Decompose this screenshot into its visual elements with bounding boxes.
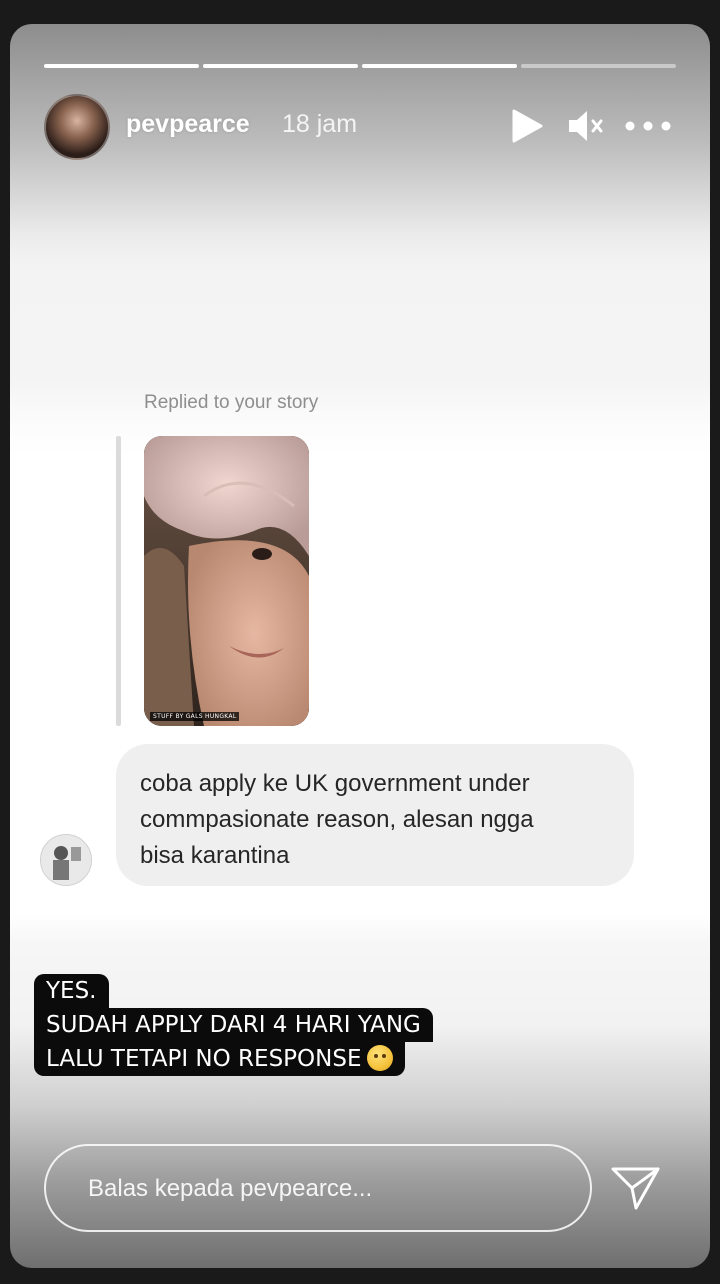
caption-line: SUDAH APPLY DARI 4 HARI YANG <box>34 1008 433 1042</box>
caption-line: YES. <box>34 974 109 1008</box>
caption-line: LALU TETAPI NO RESPONSE <box>34 1042 406 1076</box>
progress-segment <box>203 64 358 68</box>
replied-to-story-label: Replied to your story <box>144 392 319 413</box>
sad-smile-emoji-icon <box>367 1045 394 1071</box>
more-options-button[interactable] <box>624 118 672 132</box>
thumbnail-credit: STUFF BY GALS HUNGKAL <box>150 712 240 721</box>
play-button[interactable] <box>510 108 544 144</box>
reply-bar[interactable] <box>44 1144 592 1232</box>
send-paper-plane-icon <box>611 1167 660 1210</box>
progress-segment <box>521 64 676 68</box>
progress-segment <box>362 64 517 68</box>
reply-input[interactable] <box>86 1170 560 1208</box>
replied-story-thumbnail[interactable]: STUFF BY GALS HUNGKAL <box>144 436 309 726</box>
dm-message-line: commpasionate reason, alesan ngga <box>140 806 534 833</box>
sender-avatar-photo <box>41 835 91 885</box>
send-button[interactable] <box>610 1164 662 1212</box>
more-options-icon <box>625 121 671 131</box>
story-timestamp: 18 jam <box>282 110 358 138</box>
dm-message-bubble: coba apply ke UK government under commpa… <box>116 744 634 886</box>
story-header: pevpearce 18 jam <box>44 94 684 160</box>
caption-line-text: LALU TETAPI NO RESPONSE <box>46 1046 362 1072</box>
dm-message-line: bisa karantina <box>140 842 290 869</box>
story-viewer: pevpearce 18 jam Replied to your story S… <box>10 24 710 1268</box>
progress-segment <box>44 64 199 68</box>
sender-avatar <box>40 834 92 886</box>
mute-button[interactable] <box>566 106 606 146</box>
story-photo <box>144 436 309 726</box>
quote-bar <box>116 436 121 726</box>
play-icon <box>512 109 543 143</box>
speaker-muted-icon <box>569 111 603 141</box>
story-progress-bar <box>44 64 676 68</box>
story-caption: YES. SUDAH APPLY DARI 4 HARI YANG LALU T… <box>34 974 433 1076</box>
avatar[interactable] <box>44 94 110 160</box>
dm-message-line: coba apply ke UK government under <box>140 770 530 797</box>
story-username[interactable]: pevpearce <box>126 110 250 139</box>
